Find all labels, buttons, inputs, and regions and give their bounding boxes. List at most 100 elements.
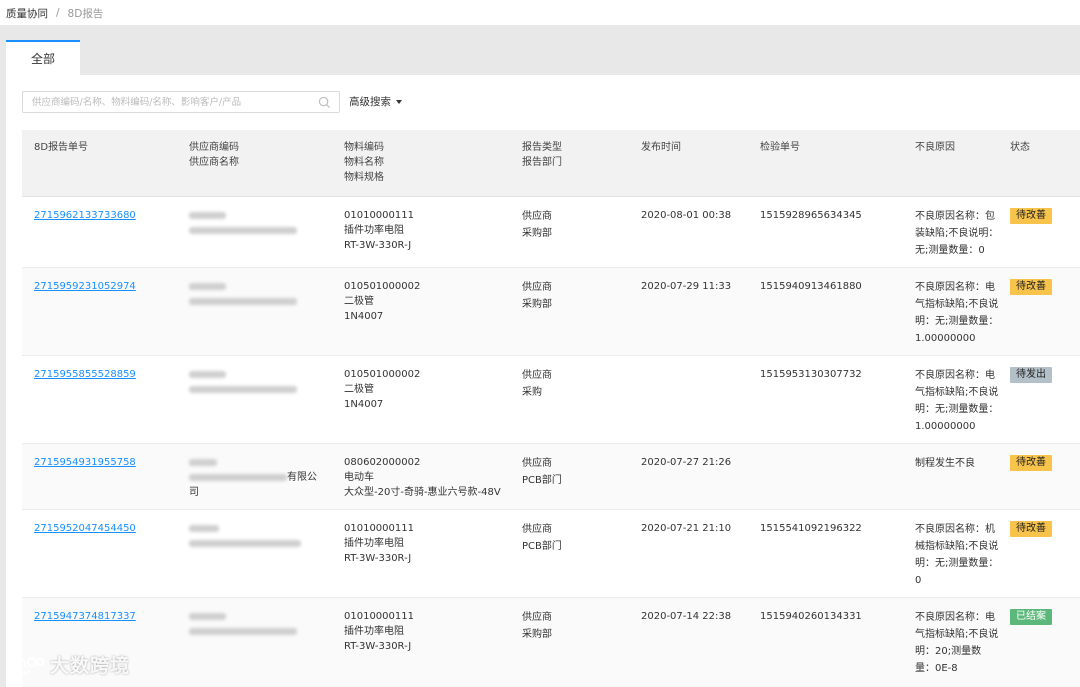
header-defect-reason: 不良原因 [915, 142, 955, 153]
table-row: 2715959231052974 010501000002 二极管 1N4007… [22, 268, 1080, 356]
publish-time: 2020-07-14 22:38 [641, 611, 732, 622]
report-number-link[interactable]: 2715952047454450 [34, 521, 136, 536]
table-row: 2715947374817337 01010000111 插件功率电阻 RT-3… [22, 598, 1080, 687]
status-cell: 已结案 [1010, 609, 1052, 625]
supplier-cell [189, 609, 297, 639]
defect-reason: 不良原因名称：包装缺陷;不良说明：无;测量数量：0 [915, 211, 999, 256]
report-type: 供应商 [522, 370, 552, 381]
material-name: 插件功率电阻 [344, 225, 404, 236]
inspection-number: 1515940260134331 [760, 611, 862, 622]
status-badge: 待改善 [1010, 521, 1052, 537]
material-name: 电动车 [344, 472, 374, 483]
redacted-supplier-code [189, 459, 217, 466]
header-department-label: 报告部门 [522, 157, 562, 168]
defect-reason: 不良原因名称：机械指标缺陷;不良说明：无;测量数量：0 [915, 524, 999, 586]
report-number-link[interactable]: 2715959231052974 [34, 279, 136, 294]
redacted-supplier-name [189, 474, 287, 481]
status-cell: 待发出 [1010, 367, 1052, 383]
supplier-cell [189, 208, 297, 238]
inspection-number: 1515541092196322 [760, 523, 862, 534]
report-type-cell: 供应商 PCB部门 [522, 521, 562, 555]
report-type-cell: 供应商 采购部 [522, 279, 552, 313]
report-department: PCB部门 [522, 475, 562, 486]
report-number-link[interactable]: 2715955855528859 [34, 367, 136, 382]
caret-down-icon [396, 99, 402, 104]
publish-time: 2020-07-21 21:10 [641, 523, 732, 534]
table-row: 2715962133733680 01010000111 插件功率电阻 RT-3… [22, 197, 1080, 268]
material-spec: RT-3W-330R-J [344, 641, 412, 652]
report-type: 供应商 [522, 524, 552, 535]
report-department: 采购部 [522, 228, 552, 239]
supplier-cell: 有限公 司 [189, 455, 317, 500]
header-material-spec: 物料规格 [344, 172, 384, 183]
material-name: 二极管 [344, 384, 374, 395]
tab-all[interactable]: 全部 [6, 40, 80, 75]
report-number-link[interactable]: 2715962133733680 [34, 208, 136, 223]
breadcrumb-root[interactable]: 质量协同 [6, 6, 48, 21]
advanced-search-button[interactable]: 高级搜索 [349, 94, 402, 109]
table-row: 2715952047454450 01010000111 插件功率电阻 RT-3… [22, 510, 1080, 598]
redacted-supplier-name [189, 298, 297, 305]
header-report-type-label: 报告类型 [522, 142, 562, 153]
status-badge: 已结案 [1010, 609, 1052, 625]
header-report-no: 8D报告单号 [34, 142, 89, 153]
material-code: 010501000002 [344, 369, 421, 380]
header-publish-time: 发布时间 [641, 142, 681, 153]
status-cell: 待改善 [1010, 455, 1052, 471]
advanced-search-label: 高级搜索 [349, 96, 391, 108]
material-cell: 01010000111 插件功率电阻 RT-3W-330R-J [344, 208, 414, 253]
material-cell: 080602000002 电动车 大众型-20寸-奇骑-惠业六号款-48V [344, 455, 501, 500]
redacted-supplier-name [189, 386, 297, 393]
supplier-name-suffix: 有限公 [287, 472, 317, 483]
material-code: 080602000002 [344, 457, 421, 468]
material-name: 二极管 [344, 296, 374, 307]
report-department: 采购部 [522, 299, 552, 310]
inspection-number: 1515953130307732 [760, 369, 862, 380]
search-input[interactable] [23, 92, 313, 112]
inspection-number: 1515928965634345 [760, 210, 862, 221]
redacted-supplier-code [189, 283, 226, 290]
header-material: 物料编码 物料名称 物料规格 [344, 140, 384, 185]
material-name: 插件功率电阻 [344, 626, 404, 637]
report-type: 供应商 [522, 458, 552, 469]
report-type-cell: 供应商 PCB部门 [522, 455, 562, 489]
material-spec: RT-3W-330R-J [344, 240, 412, 251]
supplier-name-tail: 司 [189, 487, 199, 498]
report-type: 供应商 [522, 282, 552, 293]
header-inspection-no: 检验单号 [760, 142, 800, 153]
search-icon[interactable] [318, 96, 331, 109]
report-type: 供应商 [522, 612, 552, 623]
material-code: 01010000111 [344, 611, 414, 622]
material-code: 01010000111 [344, 523, 414, 534]
report-number-link[interactable]: 2715947374817337 [34, 609, 136, 624]
redacted-supplier-code [189, 212, 226, 219]
report-number-link[interactable]: 2715954931955758 [34, 455, 136, 470]
report-department: 采购部 [522, 629, 552, 640]
report-table: 8D报告单号 供应商编码 供应商名称 物料编码 物料名称 物料规格 报告类型 报… [22, 130, 1080, 687]
publish-time: 2020-07-29 11:33 [641, 281, 732, 292]
inspection-number: 1515940913461880 [760, 281, 862, 292]
status-badge: 待改善 [1010, 208, 1052, 224]
search-box [22, 91, 340, 113]
breadcrumb-separator: / [56, 7, 60, 19]
status-cell: 待改善 [1010, 208, 1052, 224]
report-type-cell: 供应商 采购 [522, 367, 552, 401]
report-type: 供应商 [522, 211, 552, 222]
header-material-code: 物料编码 [344, 142, 384, 153]
material-name: 插件功率电阻 [344, 538, 404, 549]
table-row: 2715955855528859 010501000002 二极管 1N4007… [22, 356, 1080, 444]
watermark-text: 大数跨境 [50, 655, 131, 677]
main-content: 高级搜索 8D报告单号 供应商编码 供应商名称 物料编码 物料名称 物料规格 报… [6, 75, 1080, 687]
material-spec: RT-3W-330R-J [344, 553, 412, 564]
header-status: 状态 [1010, 142, 1030, 153]
status-cell: 待改善 [1010, 279, 1052, 295]
material-code: 010501000002 [344, 281, 421, 292]
header-supplier: 供应商编码 供应商名称 [189, 140, 239, 170]
page: 质量协同 / 8D报告 全部 高级搜索 8D报告单号 供应商编码 供应商名称 [0, 0, 1080, 687]
table-header: 8D报告单号 供应商编码 供应商名称 物料编码 物料名称 物料规格 报告类型 报… [22, 130, 1080, 197]
publish-time: 2020-07-27 21:26 [641, 457, 732, 468]
report-type-cell: 供应商 采购部 [522, 609, 552, 643]
redacted-supplier-code [189, 525, 219, 532]
tab-bar: 全部 [6, 25, 1080, 75]
status-badge: 待改善 [1010, 455, 1052, 471]
